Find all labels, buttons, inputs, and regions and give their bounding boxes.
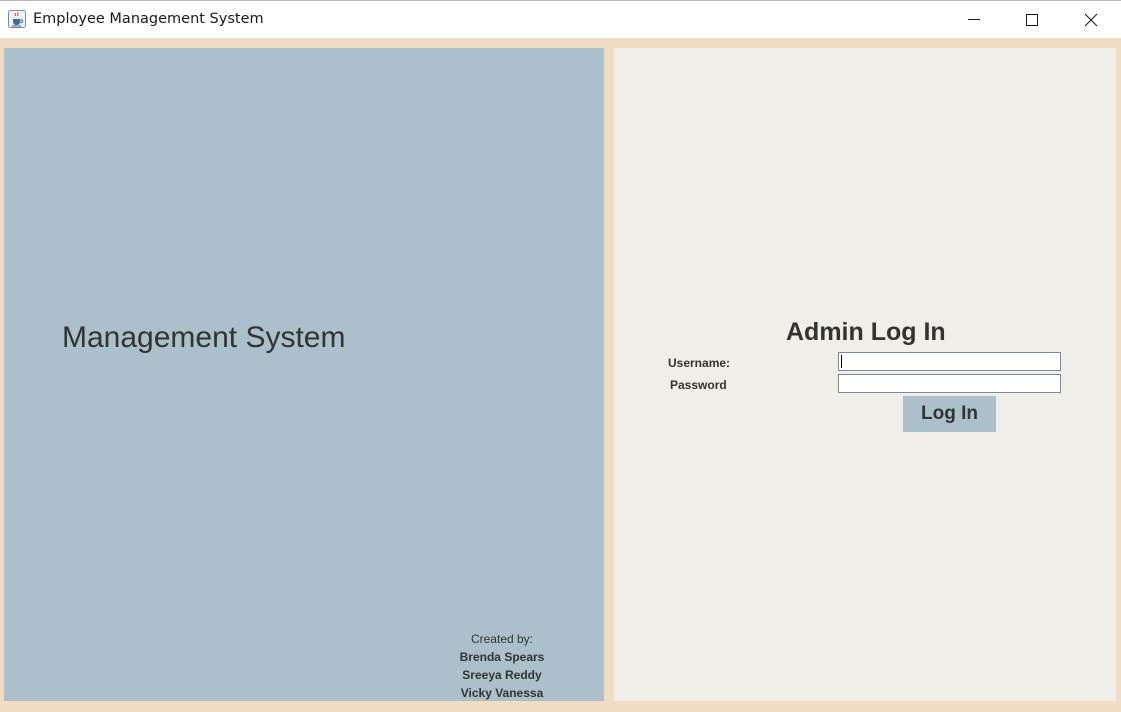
author-name: Vicky Vanessa xyxy=(460,686,544,700)
login-panel: Admin Log In Username: Password Log In xyxy=(614,48,1116,701)
branding-panel: Management System Created by: Brenda Spe… xyxy=(4,48,604,701)
author-name: Brenda Spears xyxy=(459,650,545,664)
title-bar[interactable]: Employee Management System xyxy=(0,0,1121,38)
close-icon xyxy=(1084,13,1098,27)
java-cup-icon xyxy=(8,10,26,28)
text-caret xyxy=(841,355,842,368)
created-by-label: Created by: xyxy=(470,632,534,646)
minimize-icon xyxy=(968,19,980,20)
credits-block: Created by: Brenda Spears Sreeya Reddy V… xyxy=(434,630,570,702)
close-button[interactable] xyxy=(1062,1,1120,38)
username-input[interactable] xyxy=(838,352,1061,371)
maximize-icon xyxy=(1026,14,1038,26)
system-heading: Management System xyxy=(62,321,346,354)
login-button[interactable]: Log In xyxy=(903,396,996,432)
app-window: Employee Management System Management Sy… xyxy=(0,0,1121,712)
minimize-button[interactable] xyxy=(945,1,1003,38)
window-title: Employee Management System xyxy=(33,11,264,27)
maximize-button[interactable] xyxy=(1003,1,1061,38)
author-name: Sreeya Reddy xyxy=(462,668,542,682)
password-label: Password xyxy=(670,378,727,392)
password-input[interactable] xyxy=(838,374,1061,393)
username-label: Username: xyxy=(668,356,731,370)
login-title: Admin Log In xyxy=(786,318,946,346)
